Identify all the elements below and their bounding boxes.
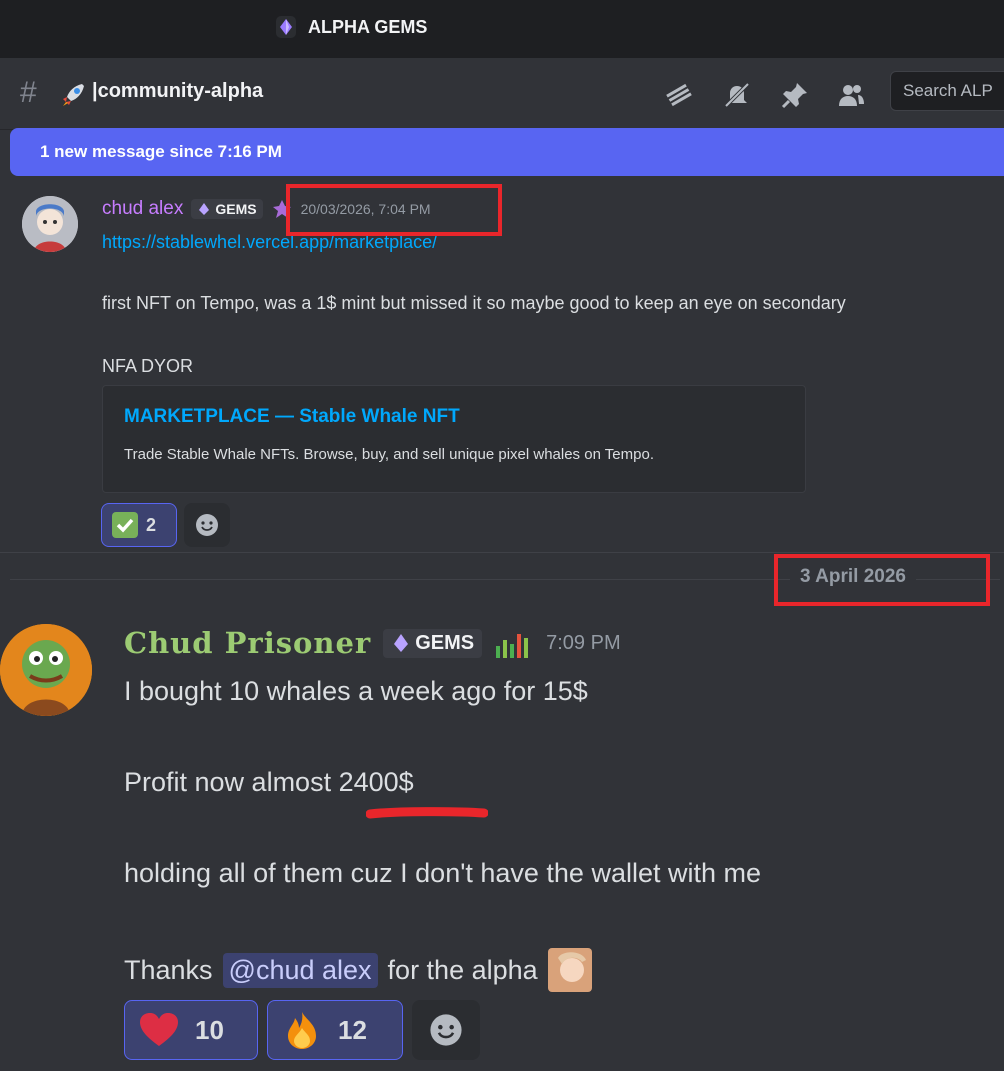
new-messages-banner[interactable]: 1 new message since 7:16 PM [10, 128, 1004, 176]
fire-icon [288, 1012, 316, 1049]
gem-icon [394, 634, 409, 652]
thanks-suffix: for the alpha [387, 954, 538, 985]
guild-tag[interactable]: GEMS [191, 199, 263, 219]
channel-header: # |community-alpha Search ALP [0, 58, 1004, 130]
guild-tag-label: GEMS [215, 201, 257, 217]
highlight-box-date [774, 554, 990, 606]
reaction-check[interactable]: 2 [101, 503, 177, 547]
message-text: I bought 10 whales a week ago for 15$ [124, 676, 588, 706]
reaction-count: 12 [338, 1014, 367, 1045]
channel-hash: # [20, 76, 37, 109]
pin-icon[interactable] [780, 80, 810, 110]
thanks-text: Thanks [124, 954, 213, 985]
gem-icon [276, 16, 296, 38]
emoji-icon [430, 1014, 462, 1046]
rocket-icon [63, 84, 84, 106]
link-embed: MARKETPLACE — Stable Whale NFT Trade Sta… [102, 385, 806, 493]
message-text: NFA DYOR [102, 356, 194, 376]
channel-name: |community-alpha [92, 80, 264, 102]
emoji-icon [196, 514, 218, 536]
threads-icon[interactable] [664, 80, 694, 110]
chart-role-icon [496, 634, 529, 658]
reaction-fire[interactable]: 12 [267, 1000, 403, 1060]
add-reaction-button[interactable] [412, 1000, 480, 1060]
mute-icon[interactable] [722, 80, 752, 110]
check-icon [112, 512, 138, 538]
add-reaction-button[interactable] [184, 503, 230, 547]
timestamp: 7:09 PM [546, 631, 621, 654]
embed-title[interactable]: MARKETPLACE — Stable Whale NFT [124, 406, 460, 428]
message-text-thanks: Thanks @chud alex for the alpha [124, 948, 592, 992]
gem-icon [199, 203, 210, 215]
message-header: Chud Prisoner GEMS 7:09 PM [124, 626, 621, 660]
user-avatar-image [0, 624, 92, 716]
search-input[interactable]: Search ALP [890, 71, 1004, 111]
message-divider [0, 552, 1004, 553]
title-bar: ALPHA GEMS [0, 0, 1004, 58]
reaction-heart[interactable]: 10 [124, 1000, 258, 1060]
guild-tag-label: GEMS [415, 631, 475, 654]
reaction-count: 2 [146, 514, 157, 535]
custom-emoji-icon [547, 948, 592, 992]
message-text: Profit now almost 2400$ [124, 767, 414, 797]
guild-tag[interactable]: GEMS [383, 628, 483, 658]
members-icon[interactable] [836, 80, 866, 110]
username[interactable]: Chud Prisoner [124, 626, 371, 660]
user-mention[interactable]: @chud alex [222, 952, 378, 988]
message-text: holding all of them cuz I don't have the… [124, 858, 762, 888]
server-name: ALPHA GEMS [308, 16, 428, 37]
avatar[interactable] [0, 624, 92, 716]
red-underline-annotation [366, 807, 488, 819]
username[interactable]: chud alex [102, 198, 183, 220]
embed-description: Trade Stable Whale NFTs. Browse, buy, an… [124, 446, 654, 463]
heart-icon [140, 1013, 178, 1046]
new-messages-text: 1 new message since 7:16 PM [40, 142, 282, 161]
user-avatar-image [22, 196, 78, 252]
highlight-box-timestamp [286, 184, 502, 236]
avatar[interactable] [22, 196, 78, 252]
server-header[interactable]: ALPHA GEMS [276, 16, 427, 38]
reaction-count: 10 [195, 1014, 224, 1045]
message-text: first NFT on Tempo, was a 1$ mint but mi… [102, 293, 846, 313]
